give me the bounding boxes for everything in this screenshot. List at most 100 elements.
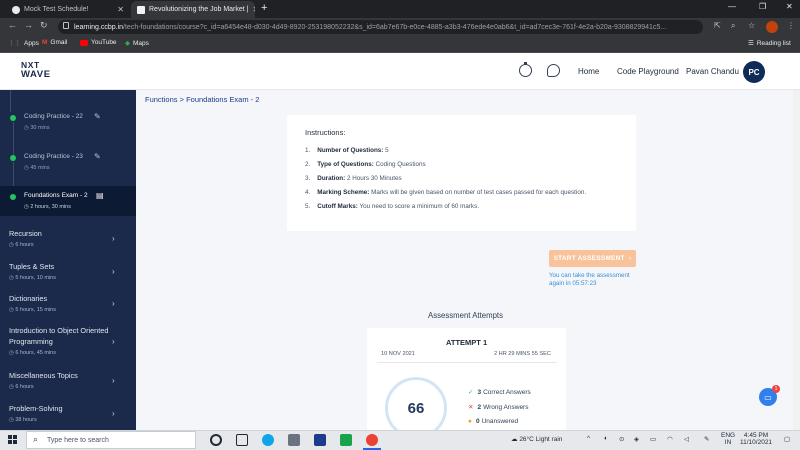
page-scrollbar[interactable] xyxy=(793,90,800,430)
browser-tab-active[interactable]: Revolutionizing the Job Market | ✕ xyxy=(131,1,255,18)
close-tab-icon[interactable]: ✕ xyxy=(117,5,124,14)
sidebar-section-dictionaries[interactable]: Dictionaries ◷ 5 hours, 15 mins xyxy=(9,293,129,316)
browser-menu-icon[interactable]: ⋮ xyxy=(787,21,795,30)
weather-label: 26°C Light rain xyxy=(519,436,563,443)
chrome-icon[interactable] xyxy=(366,434,378,446)
wifi-icon[interactable]: ◠ xyxy=(667,435,673,443)
section-title: Miscellaneous Topics xyxy=(9,371,78,380)
volume-icon[interactable]: ◁ xyxy=(684,435,689,443)
app-icon[interactable] xyxy=(288,434,300,446)
reload-icon[interactable]: ↻ xyxy=(40,20,48,31)
chevron-right-icon[interactable]: › xyxy=(112,267,115,276)
completed-check-icon xyxy=(10,194,16,200)
whatsapp-icon[interactable] xyxy=(340,434,352,446)
user-name[interactable]: Pavan Chandu xyxy=(686,67,739,76)
nxtwave-logo[interactable]: NXT WAVE xyxy=(21,61,51,80)
chevron-right-icon[interactable]: › xyxy=(112,337,115,346)
tray-app-icon[interactable]: ◐ xyxy=(604,435,608,442)
wrong-answers-stat: ✕ 2 Wrong Answers xyxy=(468,404,529,411)
section-duration: ◷ 38 hours xyxy=(9,417,37,423)
pen-icon[interactable]: ✎ xyxy=(704,435,709,443)
instruction-item: 2. Type of Questions: Coding Questions xyxy=(305,161,426,168)
task-view-icon[interactable] xyxy=(236,434,248,446)
discussion-chat-icon[interactable] xyxy=(547,64,560,77)
bookmark-star-icon[interactable]: ☆ xyxy=(748,21,755,30)
windows-start-icon[interactable] xyxy=(8,435,18,445)
chevron-right-icon[interactable]: › xyxy=(112,409,115,418)
site-favicon-icon xyxy=(137,5,145,14)
sidebar-item-coding-practice-23[interactable]: Coding Practice - 23 ✎ ◷ 45 mins xyxy=(10,152,130,198)
cross-icon: ✕ xyxy=(468,404,474,411)
address-bar[interactable]: learning.ccbp.in/tech-foundations/course… xyxy=(58,20,703,34)
sidebar-item-foundations-exam-2[interactable]: Foundations Exam - 2 ▤ ◷ 2 hours, 30 min… xyxy=(10,191,130,216)
sidebar-section-misc-topics[interactable]: Miscellaneous Topics ◷ 6 hours xyxy=(9,370,129,393)
chevron-right-icon[interactable]: › xyxy=(112,299,115,308)
reading-list-icon: ☰ xyxy=(748,40,754,47)
sidebar-section-oop[interactable]: Introduction to Object Oriented Programm… xyxy=(9,325,119,359)
avatar[interactable]: PC xyxy=(743,61,765,83)
completed-check-icon xyxy=(10,155,16,161)
app-header xyxy=(0,53,800,90)
chevron-right-icon[interactable]: › xyxy=(112,234,115,243)
completed-check-icon xyxy=(10,115,16,121)
bookmark-maps[interactable]: ◆ Maps xyxy=(125,39,149,48)
close-tab-icon[interactable]: ✕ xyxy=(252,5,255,14)
new-tab-plus-icon[interactable]: + xyxy=(261,2,267,14)
exam-clipboard-icon: ▤ xyxy=(96,191,104,200)
share-icon[interactable]: ⇱ xyxy=(714,21,721,30)
bookmark-youtube[interactable]: YouTube xyxy=(80,39,117,46)
tray-chevron-up-icon[interactable]: ^ xyxy=(587,435,590,442)
battery-icon[interactable]: ▭ xyxy=(650,435,656,443)
dot-icon: ● xyxy=(468,418,472,425)
sidebar-section-problem-solving[interactable]: Problem-Solving ◷ 38 hours xyxy=(9,403,129,426)
taskbar-search-input[interactable]: Type here to search xyxy=(26,431,196,449)
back-arrow-icon[interactable]: ← xyxy=(8,20,17,30)
sidebar-section-tuples-sets[interactable]: Tuples & Sets ◷ 5 hours, 10 mins xyxy=(9,261,129,284)
url-host: learning.ccbp.in xyxy=(74,23,124,31)
clock[interactable]: 4:45 PM 11/10/2021 xyxy=(740,432,772,446)
browser-tab-mock-test[interactable]: Mock Test Schedule! ✕ xyxy=(6,1,130,18)
app-icon[interactable] xyxy=(314,434,326,446)
window-close-icon[interactable]: ✕ xyxy=(786,2,793,11)
maximize-icon[interactable]: ❐ xyxy=(759,2,766,11)
nav-code-playground[interactable]: Code Playground xyxy=(617,67,679,76)
cortana-icon[interactable] xyxy=(210,434,222,446)
tray-app-icon[interactable]: ⊙ xyxy=(619,435,624,443)
language-indicator[interactable]: ENG IN xyxy=(721,432,735,446)
start-assessment-label: START ASSESSMENT xyxy=(553,255,625,262)
tray-app-icon[interactable]: ◈ xyxy=(634,435,639,443)
sidebar-item-duration: ◷ 30 mins xyxy=(24,125,50,131)
sidebar-section-recursion[interactable]: Recursion ◷ 6 hours xyxy=(9,228,129,251)
nav-home[interactable]: Home xyxy=(578,67,599,76)
sidebar-item-duration: ◷ 45 mins xyxy=(24,165,50,171)
sidebar-item-coding-practice-22[interactable]: Coding Practice - 22 ✎ ◷ 30 mins xyxy=(10,112,130,158)
section-title: Dictionaries xyxy=(9,294,48,303)
edge-icon[interactable] xyxy=(262,434,274,446)
youtube-icon xyxy=(80,39,88,46)
section-duration: ◷ 5 hours, 10 mins xyxy=(9,275,56,281)
breadcrumb[interactable]: Functions > Foundations Exam - 2 xyxy=(145,95,259,104)
minimize-icon[interactable]: — xyxy=(728,2,736,11)
gmail-icon: M xyxy=(42,39,48,46)
instruction-item: 1. Number of Questions: 5 xyxy=(305,147,389,154)
section-duration: ◷ 5 hours, 15 mins xyxy=(9,307,56,313)
chevron-right-icon[interactable]: › xyxy=(112,376,115,385)
lang-code: ENG xyxy=(721,432,736,439)
notifications-icon[interactable]: ▢ xyxy=(784,435,790,443)
profile-avatar-icon[interactable] xyxy=(766,21,778,33)
bookmark-apps[interactable]: ⋮⋮ Apps xyxy=(8,39,39,48)
weather-widget[interactable]: ☁ 26°C Light rain xyxy=(511,435,562,443)
sidebar-item-label: Coding Practice - 23 xyxy=(24,153,83,160)
stopwatch-icon[interactable] xyxy=(519,64,532,77)
attempt-label: ATTEMPT 1 xyxy=(446,338,488,347)
region-code: IN xyxy=(724,439,732,446)
apps-grid-icon: ⋮⋮ xyxy=(8,40,21,47)
section-title: Problem-Solving xyxy=(9,404,63,413)
logo-line2: WAVE xyxy=(21,69,51,80)
zoom-icon[interactable]: ⌕ xyxy=(731,21,735,31)
divider xyxy=(377,362,557,363)
bookmark-gmail[interactable]: M Gmail xyxy=(42,39,67,46)
forward-arrow-icon[interactable]: → xyxy=(24,20,33,30)
start-assessment-button[interactable]: START ASSESSMENT › xyxy=(549,250,636,267)
reading-list[interactable]: ☰ Reading list xyxy=(748,39,791,48)
